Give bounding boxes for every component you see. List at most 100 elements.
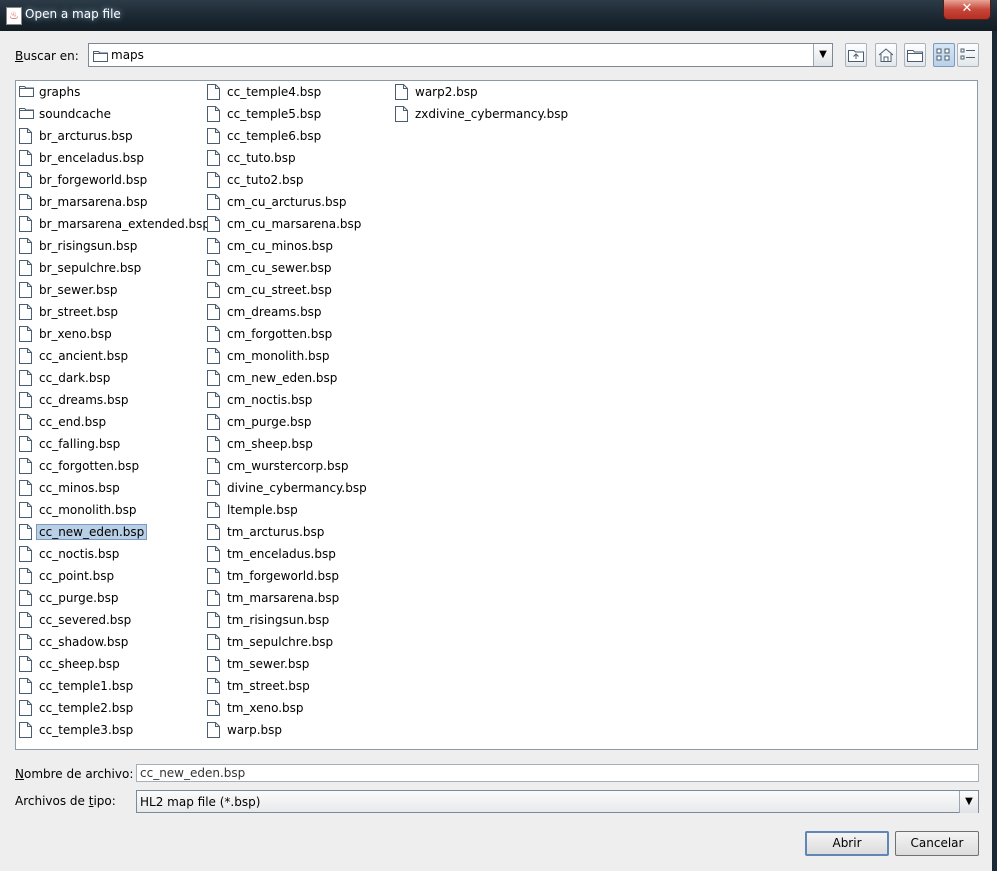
file-item[interactable]: cm_cu_minos.bsp [205, 235, 367, 257]
file-icon [207, 106, 221, 122]
file-item[interactable]: cc_monolith.bsp [17, 499, 210, 521]
file-item[interactable]: cc_severed.bsp [17, 609, 210, 631]
file-icon [207, 304, 221, 320]
file-list[interactable]: graphs soundcache br_arcturus.bsp br_encela… [15, 80, 978, 750]
file-item[interactable]: cc_temple4.bsp [205, 81, 367, 103]
file-name-text: warp.bsp [227, 723, 283, 737]
file-item[interactable]: br_forgeworld.bsp [17, 169, 210, 191]
home-button[interactable] [875, 43, 897, 67]
file-item[interactable]: cc_end.bsp [17, 411, 210, 433]
file-icon [19, 656, 33, 672]
file-item[interactable]: br_risingsun.bsp [17, 235, 210, 257]
file-item[interactable]: br_sewer.bsp [17, 279, 210, 301]
file-item[interactable]: cc_minos.bsp [17, 477, 210, 499]
file-item[interactable]: tm_sewer.bsp [205, 653, 367, 675]
file-item[interactable]: br_enceladus.bsp [17, 147, 210, 169]
file-item[interactable]: cm_forgotten.bsp [205, 323, 367, 345]
file-name-text: cm_cu_minos.bsp [227, 239, 334, 253]
folder-icon [19, 106, 34, 122]
file-item[interactable]: tm_street.bsp [205, 675, 367, 697]
file-item[interactable]: cm_cu_marsarena.bsp [205, 213, 367, 235]
file-icon [19, 392, 33, 408]
close-button[interactable]: ✕ [943, 0, 991, 20]
file-item[interactable]: cc_purge.bsp [17, 587, 210, 609]
file-item[interactable]: cc_temple2.bsp [17, 697, 210, 719]
file-item[interactable]: cm_noctis.bsp [205, 389, 367, 411]
file-item[interactable]: cm_new_eden.bsp [205, 367, 367, 389]
file-item[interactable]: tm_forgeworld.bsp [205, 565, 367, 587]
file-item[interactable]: cc_dreams.bsp [17, 389, 210, 411]
file-item[interactable]: br_marsarena.bsp [17, 191, 210, 213]
list-view-button[interactable] [933, 43, 955, 67]
file-item[interactable]: tm_enceladus.bsp [205, 543, 367, 565]
new-folder-button[interactable] [904, 43, 926, 67]
file-icon [19, 348, 33, 364]
look-in-combo[interactable]: maps ▼ [88, 43, 833, 67]
file-name-text: tm_enceladus.bsp [227, 547, 336, 561]
folder-item[interactable]: graphs [17, 81, 210, 103]
file-icon [207, 260, 221, 276]
file-item[interactable]: br_xeno.bsp [17, 323, 210, 345]
file-item[interactable]: cm_cu_arcturus.bsp [205, 191, 367, 213]
file-item[interactable]: divine_cybermancy.bsp [205, 477, 367, 499]
file-item[interactable]: warp.bsp [205, 719, 367, 741]
file-item[interactable]: cc_forgotten.bsp [17, 455, 210, 477]
file-list-column-1: graphs soundcache br_arcturus.bsp br_encela… [17, 81, 210, 741]
open-button[interactable]: Abrir [805, 831, 889, 856]
file-name-text: cm_cu_sewer.bsp [227, 261, 332, 275]
file-item[interactable]: cc_temple5.bsp [205, 103, 367, 125]
cancel-button[interactable]: Cancelar [895, 831, 979, 856]
file-item[interactable]: cm_cu_street.bsp [205, 279, 367, 301]
folder-item[interactable]: soundcache [17, 103, 210, 125]
file-item[interactable]: cc_tuto2.bsp [205, 169, 367, 191]
chevron-down-icon[interactable]: ▼ [813, 44, 832, 66]
file-item[interactable]: cc_point.bsp [17, 565, 210, 587]
file-item[interactable]: tm_sepulchre.bsp [205, 631, 367, 653]
file-item[interactable]: br_arcturus.bsp [17, 125, 210, 147]
file-icon [207, 590, 221, 606]
file-item[interactable]: tm_arcturus.bsp [205, 521, 367, 543]
file-type-label: Archivos de tipo: [15, 794, 116, 808]
file-item[interactable]: br_street.bsp [17, 301, 210, 323]
file-item[interactable]: cc_temple6.bsp [205, 125, 367, 147]
file-item[interactable]: br_marsarena_extended.bsp [17, 213, 210, 235]
file-item[interactable]: zxdivine_cybermancy.bsp [393, 103, 568, 125]
file-item[interactable]: tm_marsarena.bsp [205, 587, 367, 609]
file-item[interactable]: tm_xeno.bsp [205, 697, 367, 719]
file-item[interactable]: cm_monolith.bsp [205, 345, 367, 367]
file-item[interactable]: cm_cu_sewer.bsp [205, 257, 367, 279]
file-item[interactable]: cc_dark.bsp [17, 367, 210, 389]
file-item[interactable]: cc_tuto.bsp [205, 147, 367, 169]
file-icon [207, 414, 221, 430]
details-view-button[interactable] [957, 43, 979, 67]
file-name-text: soundcache [39, 107, 111, 121]
file-item[interactable]: cc_falling.bsp [17, 433, 210, 455]
file-item[interactable]: cc_sheep.bsp [17, 653, 210, 675]
file-item[interactable]: cc_temple3.bsp [17, 719, 210, 741]
file-name-text: cc_tuto2.bsp [227, 173, 304, 187]
file-type-combo[interactable]: HL2 map file (*.bsp) ▼ [136, 790, 979, 813]
chevron-down-icon[interactable]: ▼ [959, 791, 978, 813]
file-item[interactable]: tm_risingsun.bsp [205, 609, 367, 631]
file-item[interactable]: cm_wurstercorp.bsp [205, 455, 367, 477]
file-item[interactable]: cc_temple1.bsp [17, 675, 210, 697]
file-item[interactable]: ltemple.bsp [205, 499, 367, 521]
up-one-level-button[interactable] [845, 43, 867, 67]
file-item[interactable]: cc_new_eden.bsp [17, 521, 210, 543]
file-item[interactable]: cc_shadow.bsp [17, 631, 210, 653]
file-item[interactable]: cm_sheep.bsp [205, 433, 367, 455]
file-item[interactable]: cc_ancient.bsp [17, 345, 210, 367]
file-name-text: cc_temple2.bsp [39, 701, 134, 715]
file-name-text: tm_marsarena.bsp [227, 591, 340, 605]
file-icon [19, 480, 33, 496]
file-name-input[interactable] [136, 764, 979, 782]
file-name-text: cc_forgotten.bsp [39, 459, 140, 473]
file-item[interactable]: cm_dreams.bsp [205, 301, 367, 323]
file-item[interactable]: cc_noctis.bsp [17, 543, 210, 565]
file-item[interactable]: warp2.bsp [393, 81, 568, 103]
file-item[interactable]: cm_purge.bsp [205, 411, 367, 433]
file-icon [207, 700, 221, 716]
file-name-text: cm_dreams.bsp [227, 305, 322, 319]
file-icon [207, 436, 221, 452]
file-item[interactable]: br_sepulchre.bsp [17, 257, 210, 279]
